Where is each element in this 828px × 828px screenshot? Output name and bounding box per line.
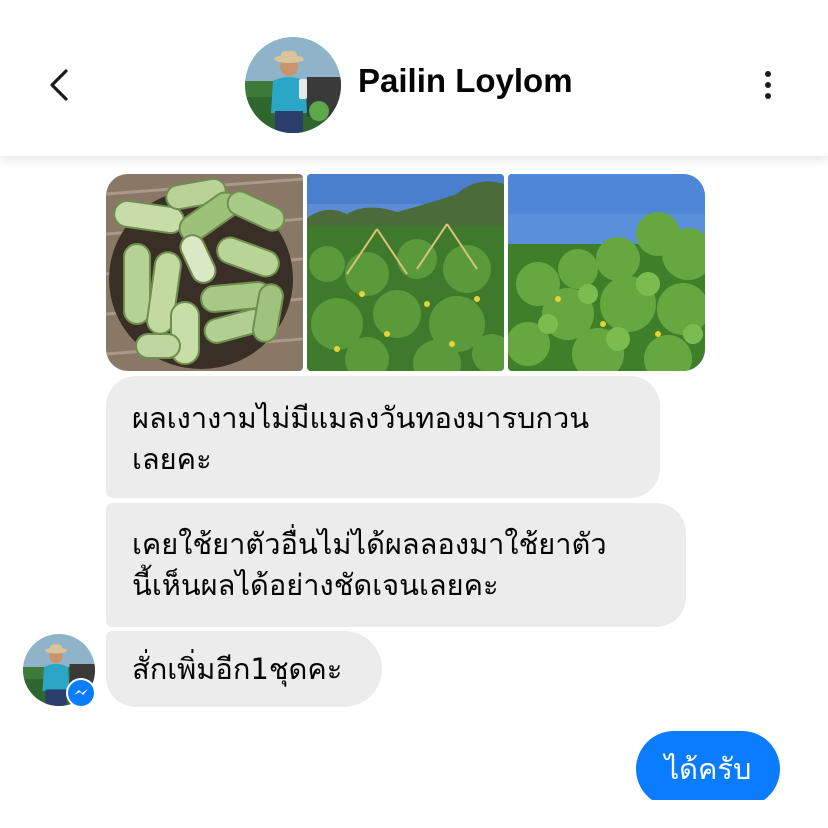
message-text: ผลเงางามไม่มีแมลงวันทองมารบกวน เลยคะ: [132, 401, 590, 476]
photo-cucumber-vines[interactable]: [508, 174, 705, 371]
message-text: เคยใช้ยาตัวอื่นไม่ได้ผลลองมาใช้ยาตัว นี้…: [132, 527, 607, 602]
back-button[interactable]: [36, 60, 82, 110]
incoming-message[interactable]: เคยใช้ยาตัวอื่นไม่ได้ผลลองมาใช้ยาตัว นี้…: [106, 503, 686, 627]
contact-avatar[interactable]: [245, 37, 341, 133]
photo-cucumber-field[interactable]: [307, 174, 504, 371]
photo-cucumbers[interactable]: [106, 174, 303, 371]
contact-name[interactable]: Pailin Loylom: [358, 62, 573, 100]
incoming-message[interactable]: ผลเงางามไม่มีแมลงวันทองมารบกวน เลยคะ: [106, 376, 660, 498]
more-options-button[interactable]: [752, 62, 784, 108]
chat-header: Pailin Loylom: [0, 0, 828, 156]
message-text: ได้ครับ: [664, 752, 752, 786]
incoming-message[interactable]: สั่กเพิ่มอีก1ชุดคะ: [106, 631, 382, 707]
outgoing-message[interactable]: ได้ครับ: [636, 731, 780, 807]
chevron-left-icon: [50, 69, 68, 101]
footer-area: [0, 800, 828, 828]
messenger-badge-icon: [66, 678, 96, 708]
more-vertical-icon: [765, 71, 771, 77]
message-text: สั่กเพิ่มอีก1ชุดคะ: [132, 651, 343, 686]
